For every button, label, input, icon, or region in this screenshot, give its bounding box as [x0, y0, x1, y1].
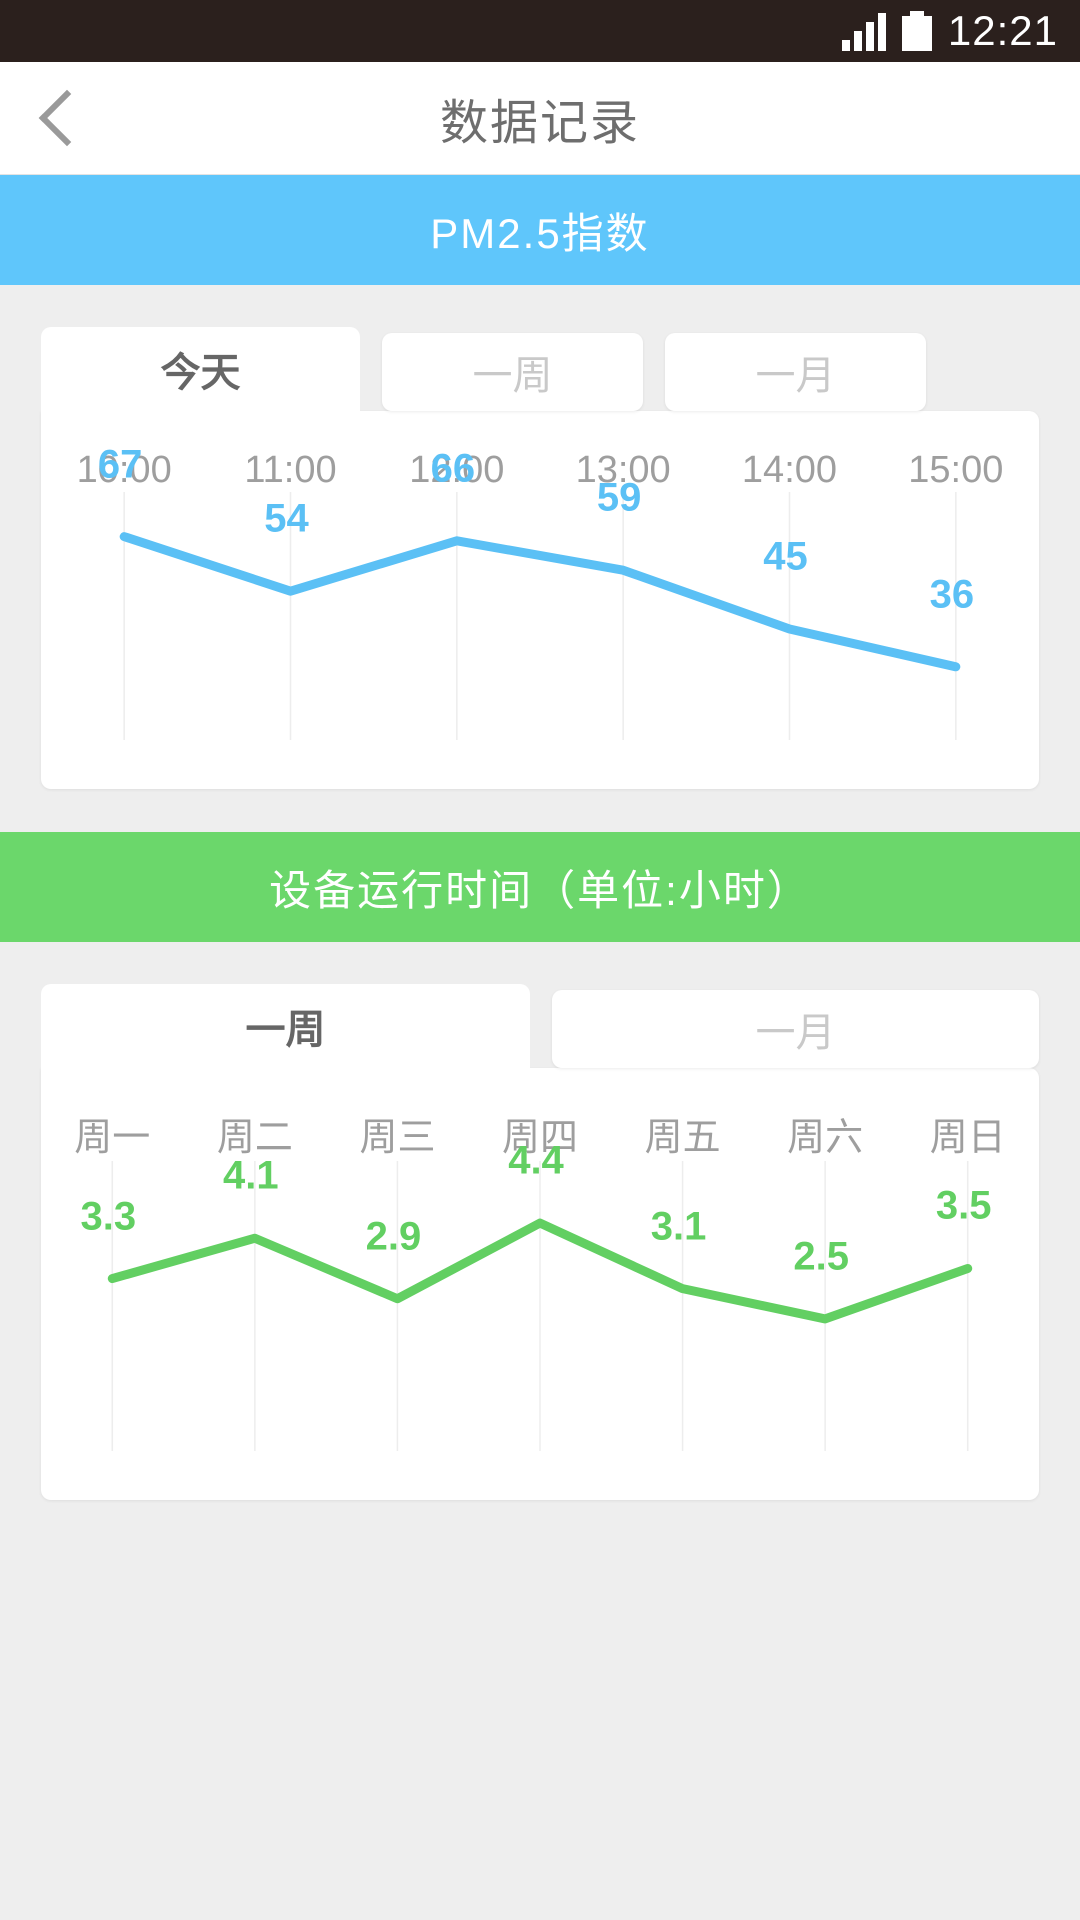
tab-pm25-today-label: 今天	[160, 351, 241, 395]
tab-pm25-week[interactable]: 一周	[382, 333, 643, 411]
runtime-chart-card: 周一 周二 周三 周四 周五 周六 周日 3.3 4.1 2.9 4.4 3.1 2.5 3…	[41, 1068, 1039, 1500]
title-bar: 数据记录	[0, 62, 1080, 175]
runtime-line-chart: 3.3 4.1 2.9 4.4 3.1 2.5 3.5	[41, 1139, 1039, 1461]
x-tick: 周三	[359, 1117, 436, 1159]
data-point-label: 3.1	[650, 1204, 707, 1249]
pm25-chart-svg	[119, 492, 961, 740]
data-point-label: 4.4	[508, 1138, 564, 1183]
section-header-runtime: 设备运行时间（单位:小时）	[0, 832, 1080, 942]
x-tick: 周一	[74, 1117, 151, 1159]
section-header-pm25: PM2.5指数	[0, 175, 1080, 285]
data-point-label: 3.5	[935, 1183, 992, 1228]
page-title: 数据记录	[439, 97, 640, 150]
signal-bars-icon	[841, 11, 886, 51]
status-bar: 12:21	[0, 0, 1080, 62]
pm25-chart-card: 10:00 11:00 12:00 13:00 14:00 15:00 67 54…	[41, 411, 1039, 789]
pm25-section: 今天 一周 一月 10:00 11:00 12:00 13:00 14:00 1…	[0, 285, 1080, 789]
runtime-section: 一周 一月 周一 周二 周三 周四 周五 周六 周日 3.3 4.1 2.9 4.4 3…	[0, 942, 1080, 1500]
status-clock: 12:21	[947, 7, 1058, 54]
x-tick: 15:00	[908, 449, 1004, 491]
section-header-pm25-label: PM2.5指数	[430, 209, 650, 257]
data-point-label: 2.9	[365, 1214, 422, 1259]
data-point-label: 54	[264, 496, 309, 541]
tab-runtime-week-label: 一周	[245, 1008, 326, 1052]
section-header-runtime-label: 设备运行时间（单位:小时）	[269, 866, 811, 914]
data-point-label: 45	[763, 534, 808, 579]
tab-pm25-month[interactable]: 一月	[665, 333, 926, 411]
tab-pm25-month-label: 一月	[755, 354, 836, 398]
back-chevron-icon	[38, 89, 96, 147]
runtime-chart-svg	[107, 1161, 973, 1451]
battery-full-icon	[901, 11, 932, 51]
runtime-tabs: 一周 一月	[41, 984, 1039, 1068]
pm25-line-chart: 67 54 66 59 45 36	[41, 442, 1039, 754]
data-point-label: 66	[430, 446, 476, 491]
tab-pm25-today[interactable]: 今天	[41, 327, 360, 411]
tab-runtime-week[interactable]: 一周	[41, 984, 530, 1068]
tab-pm25-week-label: 一周	[472, 354, 553, 398]
x-tick: 周六	[787, 1117, 864, 1159]
x-tick: 周日	[929, 1117, 1006, 1159]
x-tick: 周五	[644, 1117, 721, 1159]
tab-runtime-month-label: 一月	[755, 1011, 836, 1055]
tab-runtime-month[interactable]: 一月	[552, 990, 1039, 1068]
pm25-x-axis: 10:00 11:00 12:00 13:00 14:00 15:00	[41, 421, 1039, 492]
x-tick: 14:00	[741, 449, 838, 491]
data-point-label: 67	[97, 442, 143, 487]
data-point-label: 3.3	[80, 1194, 137, 1239]
data-point-label: 4.1	[223, 1153, 279, 1198]
x-tick: 11:00	[244, 449, 337, 491]
pm25-tabs: 今天 一周 一月	[41, 327, 1039, 411]
data-point-label: 2.5	[793, 1234, 849, 1279]
data-point-label: 36	[929, 572, 975, 617]
data-point-label: 59	[596, 475, 642, 520]
back-button[interactable]	[22, 62, 112, 174]
